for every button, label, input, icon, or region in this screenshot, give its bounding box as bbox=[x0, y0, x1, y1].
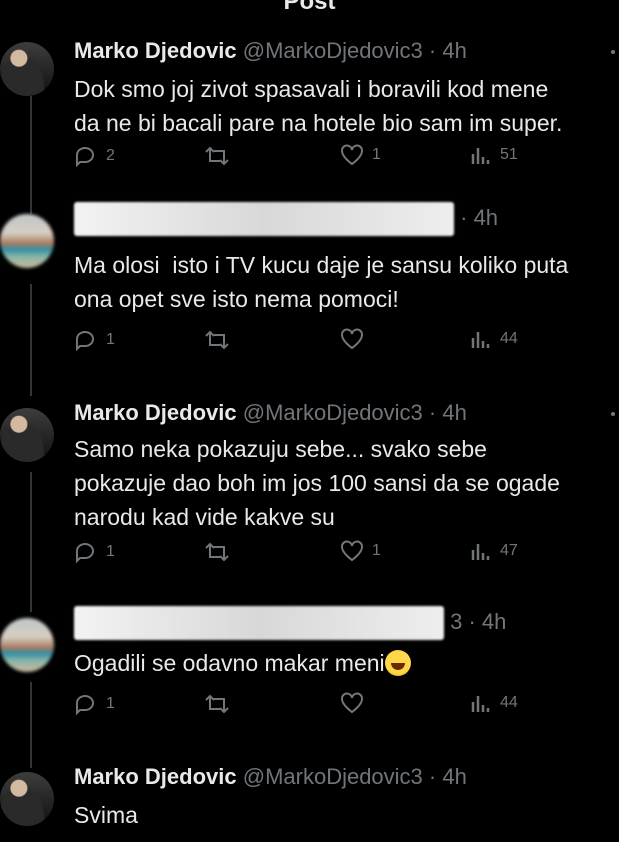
like-icon bbox=[341, 144, 363, 166]
tweet-text: Svima bbox=[74, 798, 138, 832]
author-name[interactable]: Marko Djedovic bbox=[74, 400, 237, 425]
tweet-line: narodu kad vide kakve su bbox=[74, 504, 335, 530]
reply-button[interactable]: 1 bbox=[74, 328, 115, 352]
timestamp[interactable]: · 4h bbox=[429, 400, 467, 425]
timestamp[interactable]: · 4h bbox=[460, 205, 498, 230]
retweet-icon bbox=[205, 146, 229, 166]
tweet-line: da ne bi bacali pare na hotele bio sam i… bbox=[74, 110, 563, 136]
tweet-header: Marko Djedovic @MarkoDjedovic3 · 4h bbox=[74, 38, 467, 64]
more-options-icon[interactable] bbox=[611, 50, 615, 54]
tweet-line: Ogadili se odavno makar meni bbox=[74, 650, 385, 676]
avatar[interactable] bbox=[0, 618, 54, 672]
view-count: 44 bbox=[500, 694, 518, 711]
like-count: 1 bbox=[372, 542, 381, 559]
tweet-text: Ma olosi isto i TV kucu daje je sansu ko… bbox=[74, 248, 568, 316]
tweet[interactable]: Marko Djedovic @MarkoDjedovic3 · 4h Svim… bbox=[0, 764, 619, 842]
tweet-header: Marko Djedovic @MarkoDjedovic3 · 4h bbox=[74, 764, 467, 790]
tweet-line: Ma olosi isto i TV kucu daje je sansu ko… bbox=[74, 252, 569, 278]
tweet[interactable]: · 4h Ma olosi isto i TV kucu daje je san… bbox=[0, 202, 619, 372]
tweet-header: Marko Djedovic @MarkoDjedovic3 · 4h bbox=[74, 400, 467, 426]
tweet-actions: 1 1 47 bbox=[74, 540, 619, 570]
tweet-line: ona opet sve isto nema pomoci! bbox=[74, 286, 399, 312]
retweet-button[interactable] bbox=[204, 328, 230, 352]
views-button[interactable]: 44 bbox=[470, 328, 518, 350]
reply-count: 1 bbox=[106, 543, 115, 560]
tweet-line: pokazuje dao boh im jos 100 sansi da se … bbox=[74, 470, 560, 496]
avatar[interactable] bbox=[0, 408, 54, 462]
reply-button[interactable]: 2 bbox=[74, 144, 115, 168]
tweet-actions: 1 44 bbox=[74, 328, 619, 358]
reply-count: 1 bbox=[106, 331, 115, 348]
redacted-author bbox=[74, 202, 454, 236]
retweet-icon bbox=[205, 694, 229, 714]
like-icon bbox=[341, 540, 363, 562]
tweet-header: 3 · 4h bbox=[74, 606, 506, 640]
timestamp[interactable]: · 4h bbox=[429, 764, 467, 789]
view-count: 44 bbox=[500, 330, 518, 347]
retweet-icon bbox=[205, 330, 229, 350]
retweet-button[interactable] bbox=[204, 540, 230, 564]
tweet[interactable]: Marko Djedovic @MarkoDjedovic3 · 4h Samo… bbox=[0, 400, 619, 590]
timestamp[interactable]: 3 · 4h bbox=[450, 609, 506, 634]
author-name[interactable]: Marko Djedovic bbox=[74, 38, 237, 63]
retweet-button[interactable] bbox=[204, 144, 230, 168]
view-count: 51 bbox=[500, 146, 518, 163]
page-title: Post bbox=[283, 0, 336, 15]
reply-icon bbox=[76, 331, 94, 352]
author-name[interactable]: Marko Djedovic bbox=[74, 764, 237, 789]
views-icon bbox=[471, 148, 490, 164]
author-handle[interactable]: @MarkoDjedovic3 bbox=[243, 38, 423, 63]
tweet-text: Dok smo joj zivot spasavali i boravili k… bbox=[74, 72, 562, 140]
tweet-line: Svima bbox=[74, 802, 138, 828]
avatar[interactable] bbox=[0, 42, 54, 96]
tweet-text: Ogadili se odavno makar meni bbox=[74, 646, 411, 680]
laughing-emoji-icon bbox=[384, 650, 411, 676]
reply-icon bbox=[76, 695, 94, 716]
reply-icon bbox=[76, 543, 94, 564]
like-icon bbox=[341, 692, 363, 714]
like-button[interactable]: 1 bbox=[340, 540, 381, 562]
views-icon bbox=[471, 544, 490, 560]
reply-count: 1 bbox=[106, 695, 115, 712]
like-count: 1 bbox=[372, 146, 381, 163]
tweet[interactable]: 3 · 4h Ogadili se odavno makar meni 1 44 bbox=[0, 606, 619, 736]
views-button[interactable]: 47 bbox=[470, 540, 518, 562]
retweet-icon bbox=[205, 542, 229, 562]
tweet-actions: 2 1 51 bbox=[74, 144, 619, 174]
reply-button[interactable]: 1 bbox=[74, 692, 115, 716]
view-count: 47 bbox=[500, 542, 518, 559]
timestamp[interactable]: · 4h bbox=[429, 38, 467, 63]
avatar[interactable] bbox=[0, 772, 54, 826]
like-icon bbox=[341, 328, 363, 350]
like-button[interactable] bbox=[340, 328, 372, 350]
tweet-header: · 4h bbox=[74, 202, 498, 236]
avatar[interactable] bbox=[0, 214, 54, 268]
tweet-actions: 1 44 bbox=[74, 692, 619, 722]
like-button[interactable]: 1 bbox=[340, 144, 381, 166]
author-handle[interactable]: @MarkoDjedovic3 bbox=[243, 400, 423, 425]
views-button[interactable]: 51 bbox=[470, 144, 518, 166]
more-options-icon[interactable] bbox=[611, 412, 615, 416]
author-handle[interactable]: @MarkoDjedovic3 bbox=[243, 764, 423, 789]
reply-button[interactable]: 1 bbox=[74, 540, 115, 564]
reply-count: 2 bbox=[106, 147, 115, 164]
like-button[interactable] bbox=[340, 692, 372, 714]
views-icon bbox=[471, 696, 490, 712]
tweet-text: Samo neka pokazuju sebe... svako sebe pok… bbox=[74, 432, 560, 534]
tweet-line: Dok smo joj zivot spasavali i boravili k… bbox=[74, 76, 549, 102]
views-icon bbox=[471, 332, 490, 348]
redacted-author bbox=[74, 606, 444, 640]
retweet-button[interactable] bbox=[204, 692, 230, 716]
tweet-line: Samo neka pokazuju sebe... svako sebe bbox=[74, 436, 487, 462]
tweet[interactable]: Marko Djedovic @MarkoDjedovic3 · 4h Dok … bbox=[0, 34, 619, 184]
views-button[interactable]: 44 bbox=[470, 692, 518, 714]
reply-icon bbox=[76, 147, 94, 168]
